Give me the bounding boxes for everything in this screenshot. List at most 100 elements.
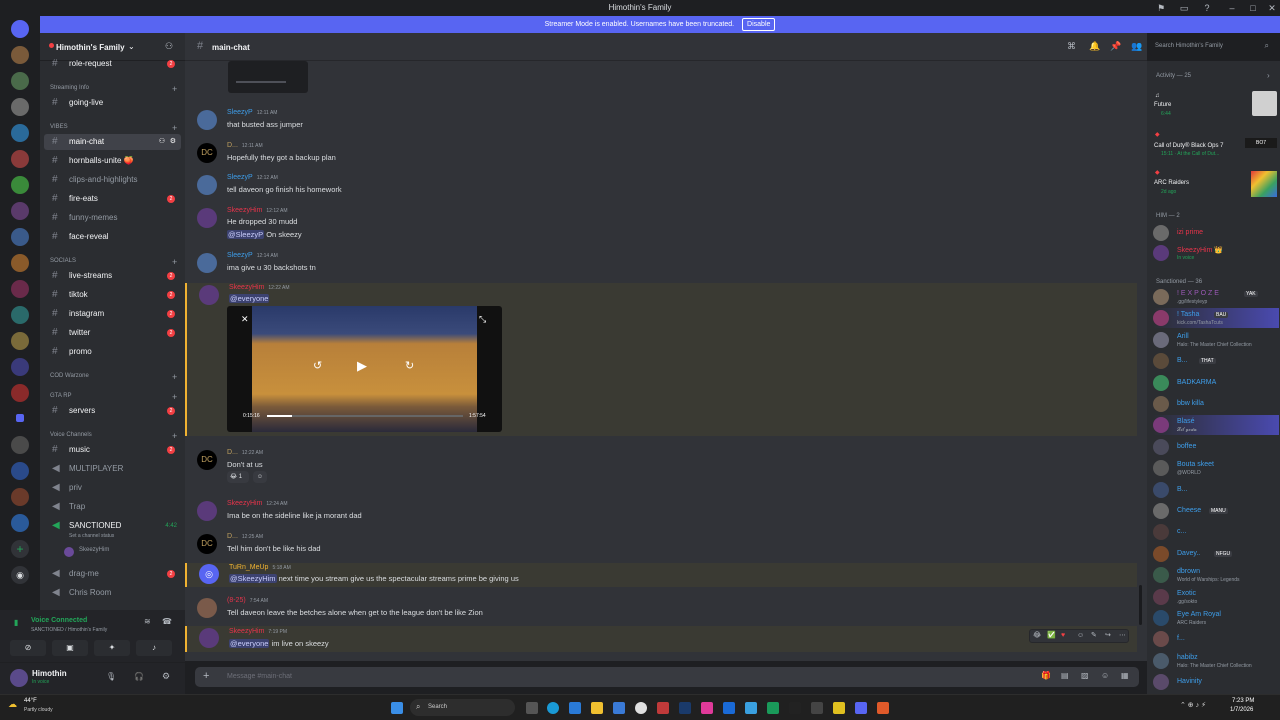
file-explorer-icon[interactable] — [591, 702, 603, 714]
server-icon[interactable] — [11, 124, 29, 142]
channel-hornballs-unite[interactable]: # hornballs-unite 🍑 — [44, 153, 181, 169]
server-icon[interactable] — [11, 514, 29, 532]
activity-card[interactable]: ◆ Call of Duty® Black Ops 7 15:11 · At t… — [1153, 131, 1277, 163]
category-cod-warzone[interactable]: COD Warzone + — [50, 372, 177, 382]
server-icon[interactable] — [11, 436, 29, 454]
channel-main-chat[interactable]: # main-chat ⚇ ⚙ — [44, 134, 181, 150]
add-channel-icon[interactable]: + — [172, 84, 177, 94]
add-server-icon[interactable]: + — [11, 540, 29, 558]
add-channel-icon[interactable]: + — [172, 372, 177, 382]
headphones-icon[interactable]: 🎧 — [134, 672, 144, 681]
message-author[interactable]: SkeezyHim — [227, 207, 262, 214]
tiktok-icon[interactable] — [789, 702, 801, 714]
audio-attachment[interactable] — [228, 61, 308, 93]
taskbar-search[interactable]: ⌕ Search — [410, 699, 515, 716]
member-item[interactable]: Havinity — [1153, 672, 1279, 692]
member-item[interactable]: f... — [1153, 629, 1279, 649]
member-item[interactable]: Cheese MANU — [1153, 501, 1279, 521]
member-item[interactable]: Bouta skeet @WORLD — [1153, 458, 1279, 478]
member-item[interactable]: B... — [1153, 480, 1279, 500]
member-item[interactable]: B... THAT — [1153, 351, 1279, 371]
steam-icon[interactable] — [679, 702, 691, 714]
message-author[interactable]: SkeezyHim — [227, 500, 262, 507]
channel-drag-me[interactable]: ◀ drag-me 2 — [44, 566, 181, 582]
message-author[interactable]: D... — [227, 449, 238, 456]
bell-icon[interactable]: 🔔 — [1089, 41, 1100, 52]
discord-logo-avatar[interactable]: ◎ — [199, 564, 219, 584]
server-icon[interactable] — [11, 332, 29, 350]
member-item[interactable]: boffee — [1153, 437, 1279, 457]
add-attachment-icon[interactable]: + — [203, 670, 209, 682]
video-seek-bar[interactable] — [267, 415, 463, 417]
channel-chris-room[interactable]: ◀ Chris Room — [44, 585, 181, 601]
minimize-button[interactable]: – — [1226, 2, 1238, 14]
member-item[interactable]: Davey.. NFGU — [1153, 544, 1279, 564]
add-channel-icon[interactable]: + — [172, 392, 177, 402]
help-icon[interactable]: ? — [1201, 2, 1213, 14]
server-icon[interactable] — [11, 254, 29, 272]
channel-role-request[interactable]: # role-request 2 — [44, 56, 181, 72]
everyone-mention[interactable]: @everyone — [229, 639, 270, 648]
channel-multiplayer[interactable]: ◀ MULTIPLAYER — [44, 461, 181, 477]
weather-icon[interactable]: ☁ — [8, 699, 17, 710]
channel-live-streams[interactable]: # live-streams 2 — [44, 268, 181, 284]
message-author[interactable]: SleezyP — [227, 174, 253, 181]
sticker-icon[interactable]: ▨ — [1081, 671, 1089, 680]
app-icon[interactable] — [745, 702, 757, 714]
app-icon[interactable] — [811, 702, 823, 714]
discord-taskbar-icon[interactable] — [855, 702, 867, 714]
server-icon[interactable] — [11, 384, 29, 402]
signal-icon[interactable]: ▮ — [14, 618, 18, 627]
server-icon[interactable] — [11, 46, 29, 64]
avatar[interactable] — [197, 208, 217, 228]
check-react-icon[interactable]: ✅ — [1047, 630, 1056, 642]
server-icon[interactable] — [11, 150, 29, 168]
user-mention[interactable]: @SleezyP — [227, 230, 265, 239]
inbox-icon[interactable]: ⚑ — [1155, 2, 1167, 14]
noise-suppression-icon[interactable]: ≋ — [144, 617, 151, 626]
member-item[interactable]: dbrown World of Warships: Legends — [1153, 565, 1279, 585]
member-item[interactable]: SkeezyHim 👑 In voice — [1153, 243, 1279, 263]
more-icon[interactable]: ⋯ — [1119, 630, 1126, 642]
chrome-icon[interactable] — [635, 702, 647, 714]
add-member-icon[interactable]: ⚇ — [165, 41, 173, 52]
member-item[interactable]: c... — [1153, 522, 1279, 542]
video-attachment[interactable]: ✕ ⤡ ↺ ▶ ↻ 0:15:16 1:57:54 — [227, 306, 502, 432]
channel-funny-memes[interactable]: # funny-memes — [44, 210, 181, 226]
everyone-mention[interactable]: @everyone — [229, 294, 270, 303]
channel-sanctioned[interactable]: ◀ SANCTIONED 4:42 Set a channel status — [44, 518, 181, 544]
gear-icon[interactable]: ⚙ — [170, 134, 176, 150]
disable-streamer-button[interactable]: Disable — [742, 18, 776, 31]
server-icon[interactable] — [11, 488, 29, 506]
avatar[interactable] — [10, 669, 28, 687]
message-author[interactable]: TuRn_MeUp — [229, 564, 268, 571]
maximize-button[interactable]: □ — [1247, 2, 1259, 14]
emoji-react-icon[interactable]: 😂 — [1033, 630, 1041, 642]
message-author[interactable]: SleezyP — [227, 252, 253, 259]
app-icon[interactable] — [723, 702, 735, 714]
soundboard-button[interactable]: ♪ — [136, 640, 172, 656]
member-item[interactable]: BADKARMA — [1153, 373, 1279, 393]
avatar[interactable] — [197, 501, 217, 521]
member-item[interactable]: Arill Halo: The Master Chief Collection — [1153, 330, 1279, 350]
category-voice-channels[interactable]: Voice Channels + — [50, 431, 177, 441]
avatar[interactable] — [199, 628, 219, 648]
channel-servers[interactable]: # servers 2 — [44, 403, 181, 419]
category-vibes[interactable]: VIBES + — [50, 123, 177, 133]
category-socials[interactable]: SOCIALS + — [50, 257, 177, 267]
avatar[interactable] — [199, 285, 219, 305]
message-author[interactable]: (8-25) — [227, 597, 246, 604]
channel-tiktok[interactable]: # tiktok 2 — [44, 287, 181, 303]
edit-icon[interactable]: ✎ — [1091, 630, 1097, 642]
forward-icon[interactable]: ↪ — [1105, 630, 1111, 642]
member-item[interactable]: izi prime — [1153, 223, 1279, 243]
add-channel-icon[interactable]: + — [172, 123, 177, 133]
channel-trap[interactable]: ◀ Trap — [44, 499, 181, 515]
direct-messages-icon[interactable] — [11, 20, 29, 38]
member-item[interactable]: habibz Halo: The Master Chief Collection — [1153, 651, 1279, 671]
member-item[interactable]: ! E X P O Z E YAK .gg/lifestyleyp — [1153, 287, 1279, 307]
server-icon[interactable] — [11, 98, 29, 116]
server-icon[interactable] — [11, 176, 29, 194]
add-reaction-icon[interactable]: ☺ — [1077, 630, 1084, 642]
server-icon[interactable] — [11, 202, 29, 220]
